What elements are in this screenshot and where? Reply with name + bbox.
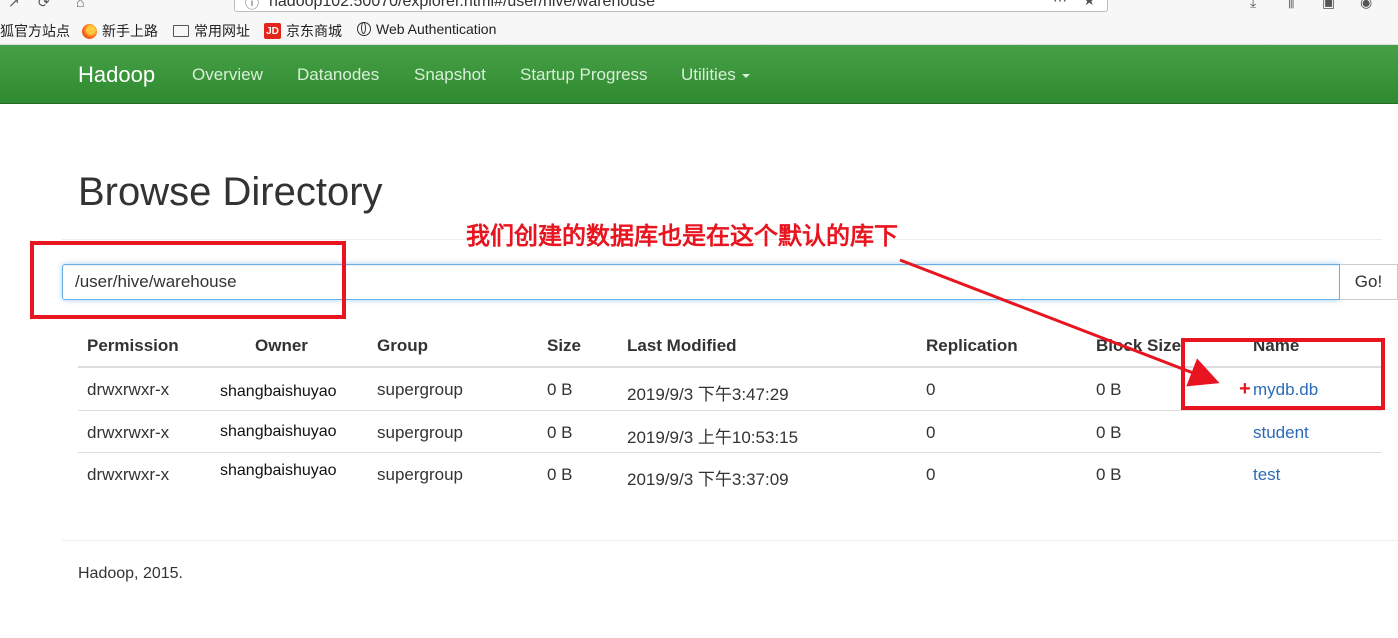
go-button[interactable]: Go! — [1340, 264, 1398, 300]
column-header-owner[interactable]: Owner — [255, 336, 308, 356]
bookmark-label: 狐官方站点 — [0, 23, 70, 39]
cell-last-modified: 2019/9/3 下午3:47:29 — [627, 385, 789, 404]
column-header-name[interactable]: Name — [1253, 336, 1299, 356]
account-icon[interactable]: ◉ — [1360, 0, 1372, 11]
footer-divider — [62, 540, 1398, 541]
cell-owner: shangbaishuyao — [220, 462, 337, 479]
cell-block-size: 0 B — [1096, 423, 1122, 442]
column-header-group[interactable]: Group — [377, 336, 428, 356]
bookmark-official-site[interactable]: 狐官方站点 — [0, 21, 70, 41]
star-icon[interactable]: ★ — [1083, 0, 1096, 9]
cell-block-size: 0 B — [1096, 380, 1122, 399]
bookmark-label: 常用网址 — [194, 23, 250, 39]
info-icon[interactable]: ⓘ — [245, 0, 259, 13]
column-header-size[interactable]: Size — [547, 336, 581, 356]
home-icon[interactable]: ⌂ — [76, 0, 84, 10]
sidebar-icon[interactable]: ▣ — [1322, 0, 1335, 11]
top-navbar: Hadoop Overview Datanodes Snapshot Start… — [0, 45, 1398, 104]
library-icon[interactable]: ⫼ — [1288, 0, 1294, 11]
cell-owner: shangbaishuyao — [220, 383, 337, 400]
download-icon[interactable]: ⤓ — [1250, 0, 1256, 11]
nav-overview[interactable]: Overview — [192, 65, 263, 85]
bookmark-label: 新手上路 — [102, 23, 158, 39]
cell-size: 0 B — [547, 465, 573, 484]
bookmark-getting-started[interactable]: 新手上路 — [82, 21, 158, 41]
annotation-note: 我们创建的数据库也是在这个默认的库下 — [466, 223, 898, 250]
nav-utilities-dropdown[interactable]: Utilities — [681, 65, 750, 85]
cell-size: 0 B — [547, 423, 573, 442]
cursor-plus-icon: + — [1239, 378, 1251, 400]
bookmark-jd[interactable]: JD 京东商城 — [264, 21, 342, 41]
bookmark-web-authentication[interactable]: Web Authentication — [357, 21, 496, 37]
globe-icon — [357, 22, 371, 36]
cell-replication: 0 — [926, 465, 936, 484]
column-header-permission[interactable]: Permission — [87, 336, 179, 356]
caret-down-icon — [741, 73, 750, 78]
nav-utilities-label: Utilities — [681, 65, 736, 84]
firefox-icon — [82, 23, 97, 39]
footer-text: Hadoop, 2015. — [78, 565, 183, 582]
cell-permission: drwxrwxr-x — [87, 380, 170, 399]
jd-icon: JD — [264, 23, 281, 39]
cell-replication: 0 — [926, 423, 936, 442]
address-bar-url[interactable]: hadoop102:50070/explorer.html#/user/hive… — [269, 0, 655, 11]
column-header-block-size[interactable]: Block Size — [1096, 336, 1181, 356]
cell-block-size: 0 B — [1096, 465, 1122, 484]
brand-link[interactable]: Hadoop — [78, 62, 155, 88]
directory-path-input[interactable] — [62, 264, 1340, 300]
nav-datanodes[interactable]: Datanodes — [297, 65, 379, 85]
cell-last-modified: 2019/9/3 下午3:37:09 — [627, 470, 789, 489]
row-divider — [78, 410, 1382, 411]
cell-size: 0 B — [547, 380, 573, 399]
address-bar[interactable]: ⓘ hadoop102:50070/explorer.html#/user/hi… — [234, 0, 1108, 12]
row-divider — [78, 452, 1382, 453]
folder-icon — [173, 25, 189, 37]
back-arrow-icon[interactable]: ↗ — [8, 0, 20, 11]
bookmarks-bar: 狐官方站点 新手上路 常用网址 JD 京东商城 Web Authenticati… — [0, 14, 1398, 45]
cell-group: supergroup — [377, 380, 464, 399]
more-icon[interactable]: ⋯ — [1053, 0, 1067, 9]
nav-startup-progress[interactable]: Startup Progress — [520, 65, 648, 85]
bookmark-common-sites[interactable]: 常用网址 — [173, 21, 250, 41]
nav-snapshot[interactable]: Snapshot — [414, 65, 486, 85]
table-header-divider — [78, 366, 1382, 368]
cell-permission: drwxrwxr-x — [87, 423, 170, 442]
cell-owner: shangbaishuyao — [220, 423, 337, 440]
refresh-icon[interactable]: ⟳ — [38, 0, 50, 11]
cell-group: supergroup — [377, 465, 464, 484]
browser-toolbar: ↗ ⟳ ⌂ ⓘ hadoop102:50070/explorer.html#/u… — [0, 0, 1398, 14]
cell-last-modified: 2019/9/3 上午10:53:15 — [627, 428, 799, 447]
page-title: Browse Directory — [78, 170, 383, 214]
bookmark-label: 京东商城 — [286, 23, 342, 39]
column-header-replication[interactable]: Replication — [926, 336, 1018, 356]
cell-replication: 0 — [926, 380, 936, 399]
cell-permission: drwxrwxr-x — [87, 465, 170, 484]
cell-name-link[interactable]: test — [1253, 465, 1280, 485]
cell-group: supergroup — [377, 423, 464, 442]
column-header-last-modified[interactable]: Last Modified — [627, 336, 737, 356]
cell-name-link[interactable]: mydb.db — [1253, 380, 1318, 400]
cell-name-link[interactable]: student — [1253, 423, 1309, 443]
bookmark-label: Web Authentication — [376, 21, 497, 37]
